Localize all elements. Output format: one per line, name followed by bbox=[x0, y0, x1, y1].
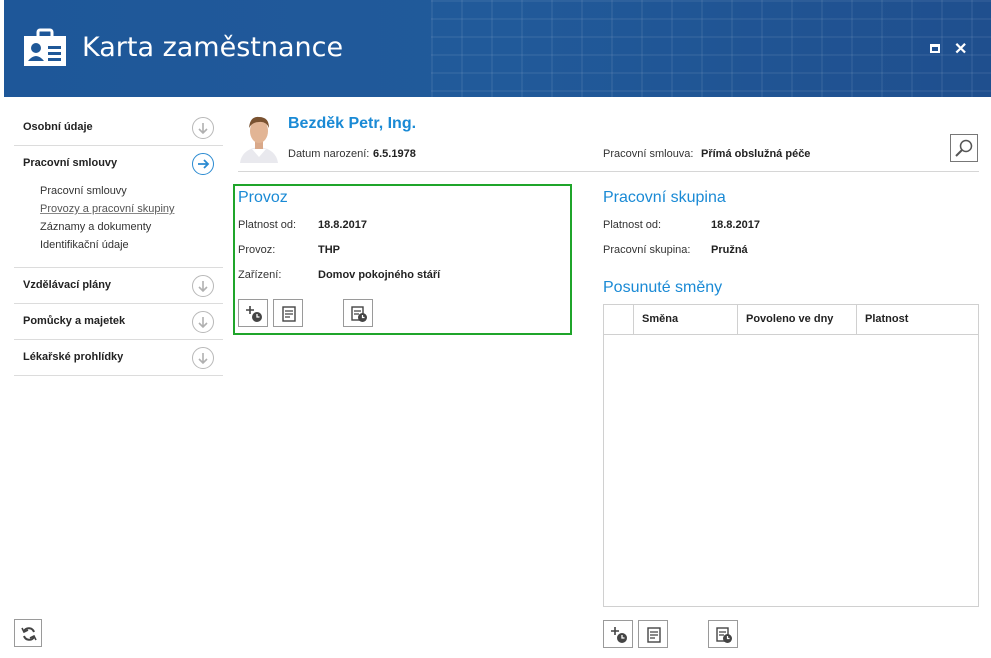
window-title: Karta zaměstnance bbox=[82, 32, 344, 63]
smeny-history-button[interactable] bbox=[708, 620, 738, 648]
sidebar-nav: Osobní údaje Pracovní smlouvy Pracovní s… bbox=[14, 110, 223, 376]
nav-item-vzdelavaci-plany[interactable]: Vzdělávací plány bbox=[14, 268, 223, 304]
edit-document-icon bbox=[647, 627, 661, 643]
header-pattern bbox=[431, 0, 991, 97]
provoz-zarizeni-value: Domov pokojného stáří bbox=[318, 269, 441, 281]
grid-header: Směna Povoleno ve dny Platnost bbox=[604, 305, 978, 335]
employee-card-icon bbox=[24, 28, 66, 66]
arrow-down-icon[interactable] bbox=[192, 117, 214, 139]
subnav-pracovni-smlouvy: Pracovní smlouvy Provozy a pracovní skup… bbox=[14, 182, 223, 268]
provoz-platnost-value: 18.8.2017 bbox=[318, 219, 367, 231]
skupina-platnost-label: Platnost od: bbox=[603, 219, 662, 231]
avatar bbox=[238, 111, 280, 163]
arrow-down-icon[interactable] bbox=[192, 347, 214, 369]
contract-value: Přímá obslužná péče bbox=[701, 148, 811, 160]
add-clock-icon bbox=[246, 306, 262, 322]
history-button[interactable] bbox=[343, 299, 373, 327]
column-povoleno[interactable]: Povoleno ve dny bbox=[737, 305, 856, 334]
provoz-title: Provoz bbox=[238, 189, 288, 206]
skupina-platnost-value: 18.8.2017 bbox=[711, 219, 760, 231]
skupina-value: Pružná bbox=[711, 244, 748, 256]
window-header: Karta zaměstnance ✕ bbox=[4, 0, 991, 97]
document-clock-icon bbox=[351, 306, 367, 322]
contract-label: Pracovní smlouva: bbox=[603, 148, 694, 160]
provoz-provoz-label: Provoz: bbox=[238, 244, 276, 256]
smeny-add-button[interactable] bbox=[603, 620, 633, 648]
provoz-provoz-value: THP bbox=[318, 244, 340, 256]
add-clock-icon bbox=[611, 627, 627, 643]
nav-item-pracovni-smlouvy[interactable]: Pracovní smlouvy bbox=[14, 146, 223, 182]
document-clock-icon bbox=[716, 627, 732, 643]
provoz-zarizeni-label: Zařízení: bbox=[238, 269, 282, 281]
nav-item-label: Osobní údaje bbox=[23, 121, 93, 133]
nav-item-pomucky[interactable]: Pomůcky a majetek bbox=[14, 304, 223, 340]
nav-item-label: Vzdělávací plány bbox=[23, 279, 112, 291]
arrow-right-icon[interactable] bbox=[192, 153, 214, 175]
nav-item-osobni-udaje[interactable]: Osobní údaje bbox=[14, 110, 223, 146]
close-icon[interactable]: ✕ bbox=[954, 42, 967, 58]
refresh-icon bbox=[21, 627, 37, 641]
subnav-item-pracovni-smlouvy[interactable]: Pracovní smlouvy bbox=[40, 182, 223, 200]
subnav-item-provozy[interactable]: Provozy a pracovní skupiny bbox=[40, 200, 223, 218]
edit-button[interactable] bbox=[273, 299, 303, 327]
skupina-label: Pracovní skupina: bbox=[603, 244, 691, 256]
provoz-platnost-label: Platnost od: bbox=[238, 219, 297, 231]
edit-document-icon bbox=[282, 306, 296, 322]
nav-item-label: Pomůcky a majetek bbox=[23, 315, 126, 327]
nav-item-lekarske-prohlidky[interactable]: Lékařské prohlídky bbox=[14, 340, 223, 376]
dob-label: Datum narození: bbox=[288, 148, 370, 160]
add-schedule-button[interactable] bbox=[238, 299, 268, 327]
nav-item-label: Pracovní smlouvy bbox=[23, 157, 118, 169]
column-platnost[interactable]: Platnost bbox=[856, 305, 978, 334]
search-button[interactable] bbox=[950, 134, 978, 162]
smeny-grid[interactable]: Směna Povoleno ve dny Platnost bbox=[603, 304, 979, 607]
skupina-title: Pracovní skupina bbox=[603, 189, 726, 206]
column-smena[interactable]: Směna bbox=[633, 305, 737, 334]
maximize-icon[interactable] bbox=[930, 44, 940, 53]
subnav-item-zaznamy[interactable]: Záznamy a dokumenty bbox=[40, 218, 223, 236]
arrow-down-icon[interactable] bbox=[192, 311, 214, 333]
search-icon bbox=[955, 139, 973, 157]
header-divider bbox=[238, 171, 979, 172]
employee-name: Bezděk Petr, Ing. bbox=[288, 115, 417, 132]
refresh-button[interactable] bbox=[14, 619, 42, 647]
smeny-edit-button[interactable] bbox=[638, 620, 668, 648]
subnav-item-identifikacni[interactable]: Identifikační údaje bbox=[40, 236, 223, 254]
nav-item-label: Lékařské prohlídky bbox=[23, 351, 124, 363]
dob-value: 6.5.1978 bbox=[373, 148, 416, 160]
arrow-down-icon[interactable] bbox=[192, 275, 214, 297]
smeny-title: Posunuté směny bbox=[603, 279, 723, 296]
